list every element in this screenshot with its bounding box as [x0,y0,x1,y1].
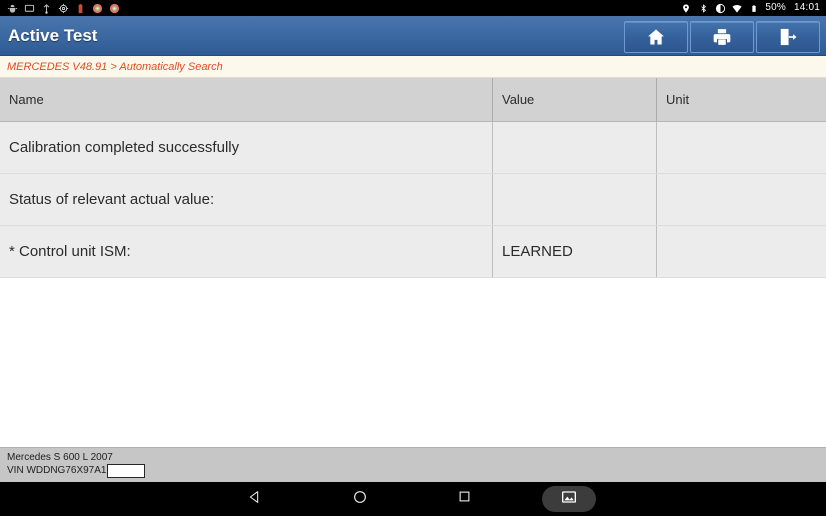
wifi-icon [731,2,743,14]
vin-label: VIN WDDNG76X97A1 [7,465,107,476]
nav-back-button[interactable] [222,482,288,516]
exit-button[interactable] [756,21,820,53]
nav-screenshot-button[interactable] [542,482,596,516]
home-circle-icon [352,489,368,510]
usb-icon [40,2,52,14]
screenshot-image-icon [561,489,577,510]
table-row[interactable]: Calibration completed successfully [0,122,826,174]
battery-icon [748,2,760,14]
cell-name: Status of relevant actual value: [0,174,493,225]
cell-name: * Control unit ISM: [0,226,493,277]
header-button-group [624,21,820,53]
screenshot-icon [23,2,35,14]
status-bar-clock: 14:01 [793,2,820,13]
location-pin-icon [680,2,692,14]
screenshot-pill[interactable] [542,486,596,512]
auto-rotate-icon [714,2,726,14]
app-header-bar: Active Test [0,16,826,56]
exit-icon [778,27,798,47]
column-header-unit: Unit [666,92,690,107]
android-nav-bar [0,482,826,516]
cell-unit [657,226,826,277]
android-debug-icon [6,2,18,14]
home-button[interactable] [624,21,688,53]
bluetooth-icon [697,2,709,14]
cell-name: Calibration completed successfully [0,122,493,173]
app-browser-icon [91,2,103,14]
column-header-value: Value [493,78,657,121]
nav-home-button[interactable] [327,482,393,516]
home-icon [646,27,666,47]
breadcrumb[interactable]: MERCEDES V48.91 > Automatically Search [7,56,223,78]
active-test-table: Name Value Unit Calibration completed su… [0,78,826,278]
vin-row: VIN WDDNG76X97A1 [7,464,146,478]
page-title: Active Test [8,26,98,45]
print-button[interactable] [690,21,754,53]
android-status-bar: 50% 14:01 [0,0,826,16]
column-header-name: Name [0,78,493,121]
cell-value [493,122,657,173]
app-chrome-icon [108,2,120,14]
table-row[interactable]: * Control unit ISM: LEARNED [0,226,826,278]
battery-alert-icon [74,2,86,14]
vehicle-label: Mercedes S 600 L 2007 [7,452,113,463]
vin-redaction-box [107,464,146,478]
cell-unit [657,122,826,173]
table-header-row: Name Value Unit [0,78,826,122]
vehicle-info-footer: Mercedes S 600 L 2007 VIN WDDNG76X97A1 [0,447,826,482]
nav-recents-button[interactable] [431,482,497,516]
recents-square-icon [457,489,472,509]
battery-percent-label: 50% [765,2,786,13]
status-bar-notifications [6,0,120,16]
settings-gear-icon [57,2,69,14]
printer-icon [712,27,732,47]
cell-unit [657,174,826,225]
back-icon [247,489,263,510]
breadcrumb-bar: MERCEDES V48.91 > Automatically Search [0,56,826,78]
tablet-screen: 50% 14:01 Active Test MERCEDES V48.91 > … [0,0,826,516]
status-bar-system: 50% 14:01 [680,0,820,16]
cell-value [493,174,657,225]
cell-value: LEARNED [493,226,657,277]
table-row[interactable]: Status of relevant actual value: [0,174,826,226]
